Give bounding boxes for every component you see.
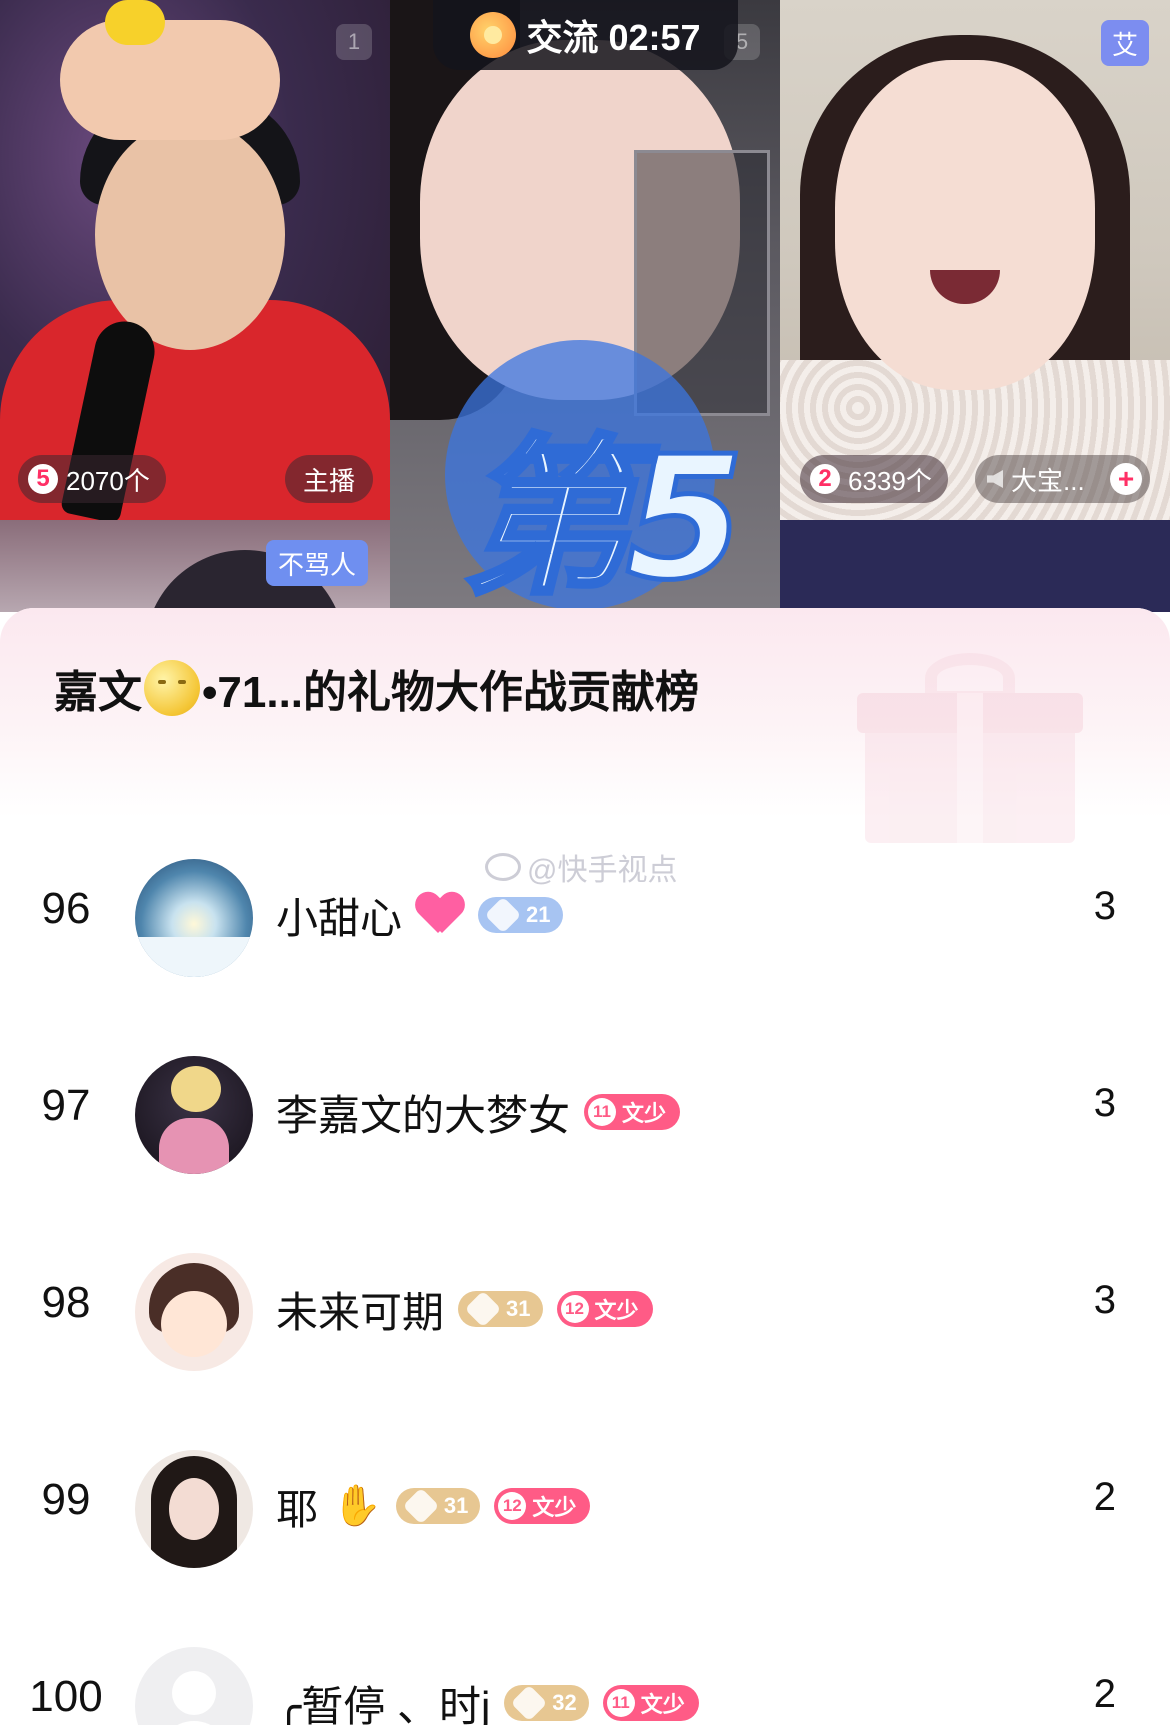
rank-badge-text: 第5 bbox=[459, 418, 746, 613]
title-suffix: •71...的礼物大作战贡献榜 bbox=[202, 668, 700, 717]
gift-count-label: 6339个 bbox=[848, 465, 932, 496]
score: 3 bbox=[1093, 884, 1116, 928]
timer-label: 交流 02:57 bbox=[526, 17, 701, 58]
user-name[interactable]: ╭暂停 、时j bbox=[276, 1673, 490, 1725]
ai-badge[interactable]: 艾 bbox=[1101, 20, 1149, 66]
sheet-title: 嘉文 •71...的礼物大作战贡献榜 bbox=[54, 656, 699, 720]
fan-club-name: 文少 bbox=[594, 1298, 639, 1323]
score: 2 bbox=[1093, 1475, 1116, 1519]
user-name[interactable]: 李嘉文的大梦女 bbox=[276, 1082, 570, 1143]
avatar[interactable] bbox=[135, 1450, 253, 1568]
fan-club-name: 文少 bbox=[622, 1101, 667, 1126]
user-level-badge: 31 bbox=[458, 1290, 543, 1328]
list-item[interactable]: 98 未来可期 31 12 文少 3 bbox=[0, 1212, 1170, 1409]
avatar[interactable] bbox=[135, 1253, 253, 1371]
fan-club-badge: 12 文少 bbox=[556, 1291, 653, 1327]
stream-left-video[interactable] bbox=[0, 0, 390, 520]
live-video-grid: 1 5 交流 02:57 艾 5 2070个 主播 2 6339个 大宝... … bbox=[0, 0, 1170, 612]
speaker-muted-icon bbox=[987, 470, 1003, 488]
score: 3 bbox=[1093, 1278, 1116, 1322]
list-item[interactable]: 99 耶 ✋ 31 12 文少 2 bbox=[0, 1409, 1170, 1606]
streamer-face bbox=[835, 60, 1095, 390]
rank-dot: 2 bbox=[810, 464, 840, 494]
right-gift-count[interactable]: 2 6339个 bbox=[800, 455, 948, 503]
host-tag: 主播 bbox=[285, 455, 374, 503]
gem-icon bbox=[464, 1290, 502, 1328]
rank-dot: 5 bbox=[28, 464, 58, 494]
rank-badge: 第5 bbox=[390, 340, 810, 612]
gift-box-icon bbox=[857, 653, 1083, 843]
contribution-sheet: 嘉文 •71...的礼物大作战贡献榜 @快手视点 96 小甜心 21 3 97 … bbox=[0, 608, 1170, 1725]
fan-club-badge: 12 文少 bbox=[494, 1488, 591, 1524]
user-name[interactable]: 未来可期 bbox=[276, 1279, 444, 1340]
rank-number: 99 bbox=[41, 1475, 91, 1524]
score: 3 bbox=[1093, 1081, 1116, 1125]
duck-sticker bbox=[105, 0, 165, 45]
left-gift-count[interactable]: 5 2070个 bbox=[18, 455, 166, 503]
rank-number: 97 bbox=[41, 1081, 91, 1130]
pk-timer: 交流 02:57 bbox=[433, 0, 738, 70]
avatar[interactable] bbox=[135, 1056, 253, 1174]
user-name[interactable]: 耶 bbox=[276, 1476, 318, 1537]
fan-club-name: 文少 bbox=[532, 1495, 577, 1520]
rank-number: 100 bbox=[29, 1672, 103, 1721]
gem-icon bbox=[510, 1684, 548, 1722]
clapping-hands-icon: ✋ bbox=[332, 1484, 382, 1528]
contributor-list: 96 小甜心 21 3 97 李嘉文的大梦女 11 文少 3 98 未来可期 3… bbox=[0, 818, 1170, 1725]
guest-name: 大宝... bbox=[1011, 465, 1085, 496]
fan-level: 12 bbox=[498, 1492, 527, 1520]
fan-level: 11 bbox=[606, 1689, 635, 1717]
stream-right-video[interactable] bbox=[780, 0, 1170, 520]
fan-level: 11 bbox=[588, 1098, 617, 1126]
fan-club-badge: 11 文少 bbox=[602, 1685, 699, 1721]
rank-number: 96 bbox=[41, 884, 91, 933]
fan-club-badge: 11 文少 bbox=[584, 1094, 681, 1130]
slot-number: 1 bbox=[336, 24, 372, 60]
stream-bottom-right-video[interactable] bbox=[780, 520, 1170, 612]
user-name[interactable]: 小甜心 bbox=[276, 885, 402, 946]
heart-emoji-icon bbox=[416, 893, 464, 937]
score: 2 bbox=[1093, 1672, 1116, 1716]
guest-pill[interactable]: 大宝... + bbox=[975, 455, 1150, 503]
streamer-face bbox=[95, 120, 285, 350]
gem-icon bbox=[402, 1487, 440, 1525]
gift-count-label: 2070个 bbox=[66, 465, 150, 496]
default-avatar[interactable] bbox=[135, 1647, 253, 1725]
list-item[interactable]: 97 李嘉文的大梦女 11 文少 3 bbox=[0, 1015, 1170, 1212]
watermark: @快手视点 bbox=[485, 845, 677, 889]
avatar[interactable] bbox=[135, 859, 253, 977]
user-level-badge: 32 bbox=[504, 1684, 589, 1722]
sheet-header: 嘉文 •71...的礼物大作战贡献榜 bbox=[0, 608, 1170, 843]
title-prefix: 嘉文 bbox=[54, 668, 142, 717]
user-level-badge: 31 bbox=[395, 1487, 481, 1525]
fan-club-name: 文少 bbox=[640, 1692, 685, 1717]
mascot-icon bbox=[470, 12, 517, 58]
weibo-icon bbox=[485, 853, 521, 881]
rank-number: 98 bbox=[41, 1278, 91, 1327]
moon-emoji-icon bbox=[144, 660, 200, 716]
gem-icon bbox=[484, 896, 522, 934]
fan-level: 12 bbox=[560, 1295, 589, 1323]
streamer-tag: 不骂人 bbox=[266, 540, 369, 586]
plus-icon[interactable]: + bbox=[1110, 463, 1142, 495]
user-level-badge: 21 bbox=[478, 896, 563, 934]
list-item[interactable]: 100 ╭暂停 、时j 32 11 文少 2 bbox=[0, 1606, 1170, 1725]
